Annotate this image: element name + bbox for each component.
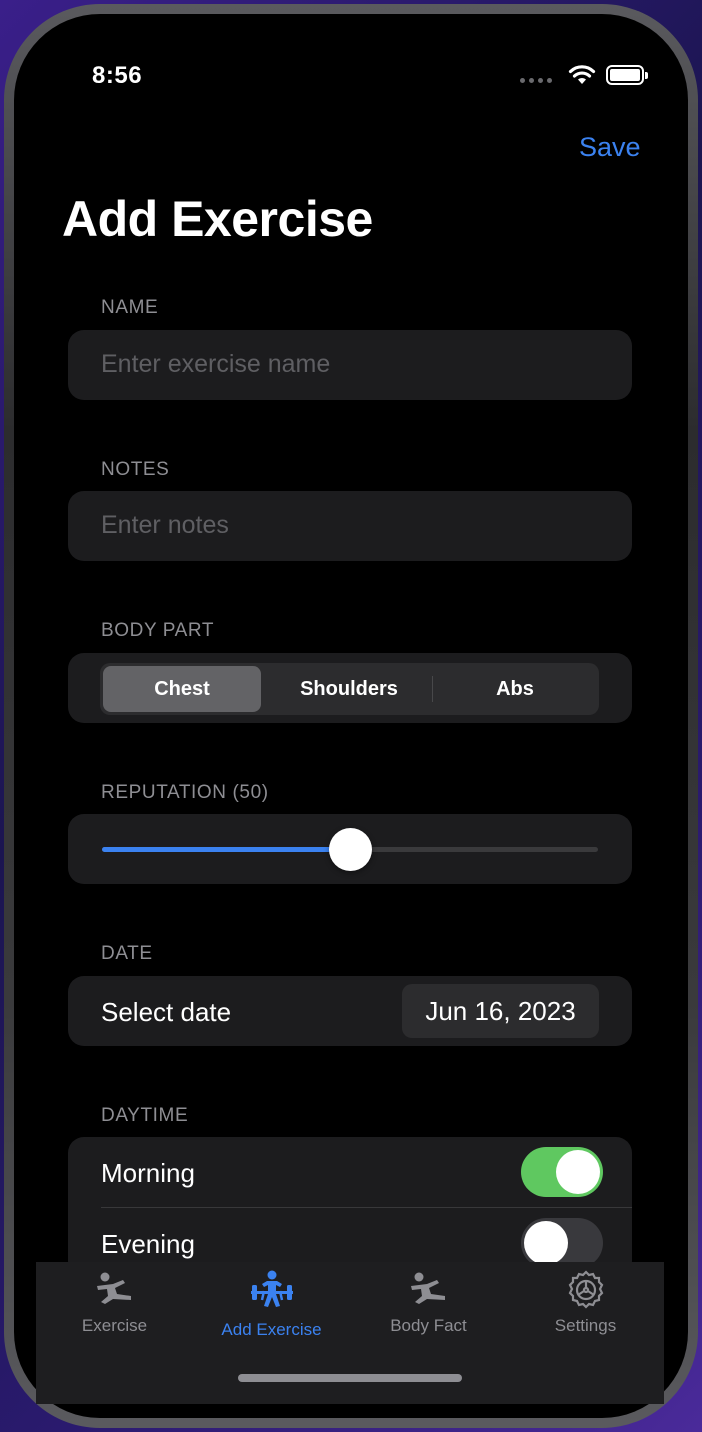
status-icons: [520, 64, 648, 86]
tab-exercise[interactable]: Exercise: [36, 1270, 193, 1336]
reputation-slider-track[interactable]: [102, 828, 598, 871]
name-field-placeholder: Enter exercise name: [101, 350, 331, 378]
cellular-signal-icon: [520, 68, 552, 83]
reputation-section-label: REPUTATION (50): [101, 782, 269, 803]
notes-field-placeholder: Enter notes: [101, 511, 229, 539]
date-section-label: DATE: [101, 943, 153, 964]
tab-body-fact[interactable]: Body Fact: [350, 1270, 507, 1336]
tab-exercise-label: Exercise: [81, 1316, 148, 1335]
segment-shoulders[interactable]: Shoulders: [266, 666, 432, 712]
reputation-card: [68, 814, 632, 884]
body-fact-icon: [410, 1272, 445, 1304]
date-picker-button[interactable]: Jun 16, 2023: [402, 984, 599, 1038]
name-section-label: NAME: [101, 297, 159, 318]
segment-chest[interactable]: Chest: [103, 666, 261, 712]
body-part-section-label: BODY PART: [101, 620, 215, 641]
name-field[interactable]: Enter exercise name: [68, 330, 632, 400]
daytime-card: Morning Evening: [68, 1137, 632, 1277]
battery-icon: [606, 65, 648, 85]
segment-abs[interactable]: Abs: [433, 666, 597, 712]
page-title: Add Exercise: [62, 191, 373, 247]
evening-toggle[interactable]: [521, 1218, 603, 1268]
save-button[interactable]: Save: [579, 132, 641, 163]
reputation-slider-thumb[interactable]: [328, 828, 372, 871]
body-part-segmented-control: Chest Shoulders Abs: [100, 663, 599, 715]
home-indicator: [238, 1374, 462, 1382]
wifi-icon: [568, 65, 596, 84]
exercise-icon: [96, 1272, 131, 1304]
gear-icon: [568, 1270, 603, 1309]
status-time: 8:56: [92, 62, 143, 89]
tab-add-exercise[interactable]: Add Exercise: [193, 1270, 350, 1340]
body-part-card: Chest Shoulders Abs: [68, 653, 632, 723]
evening-label: Evening: [101, 1229, 195, 1259]
morning-label: Morning: [101, 1158, 195, 1188]
reputation-slider-fill: [102, 847, 350, 852]
tab-add-exercise-label: Add Exercise: [221, 1320, 322, 1339]
date-row-label: Select date: [101, 997, 232, 1027]
date-card: Select date Jun 16, 2023: [68, 976, 632, 1046]
tab-settings[interactable]: Settings: [507, 1270, 664, 1336]
notes-field[interactable]: Enter notes: [68, 491, 632, 561]
tab-settings-label: Settings: [554, 1316, 617, 1335]
tab-body-fact-label: Body Fact: [390, 1316, 467, 1335]
row-separator: [101, 1207, 632, 1208]
daytime-section-label: DAYTIME: [101, 1105, 189, 1126]
tab-bar: Exercise Add Exercise Body Fact Settings: [36, 1262, 664, 1404]
notes-section-label: NOTES: [101, 459, 170, 480]
morning-toggle[interactable]: [521, 1147, 603, 1197]
weightlifter-icon: [250, 1270, 293, 1307]
